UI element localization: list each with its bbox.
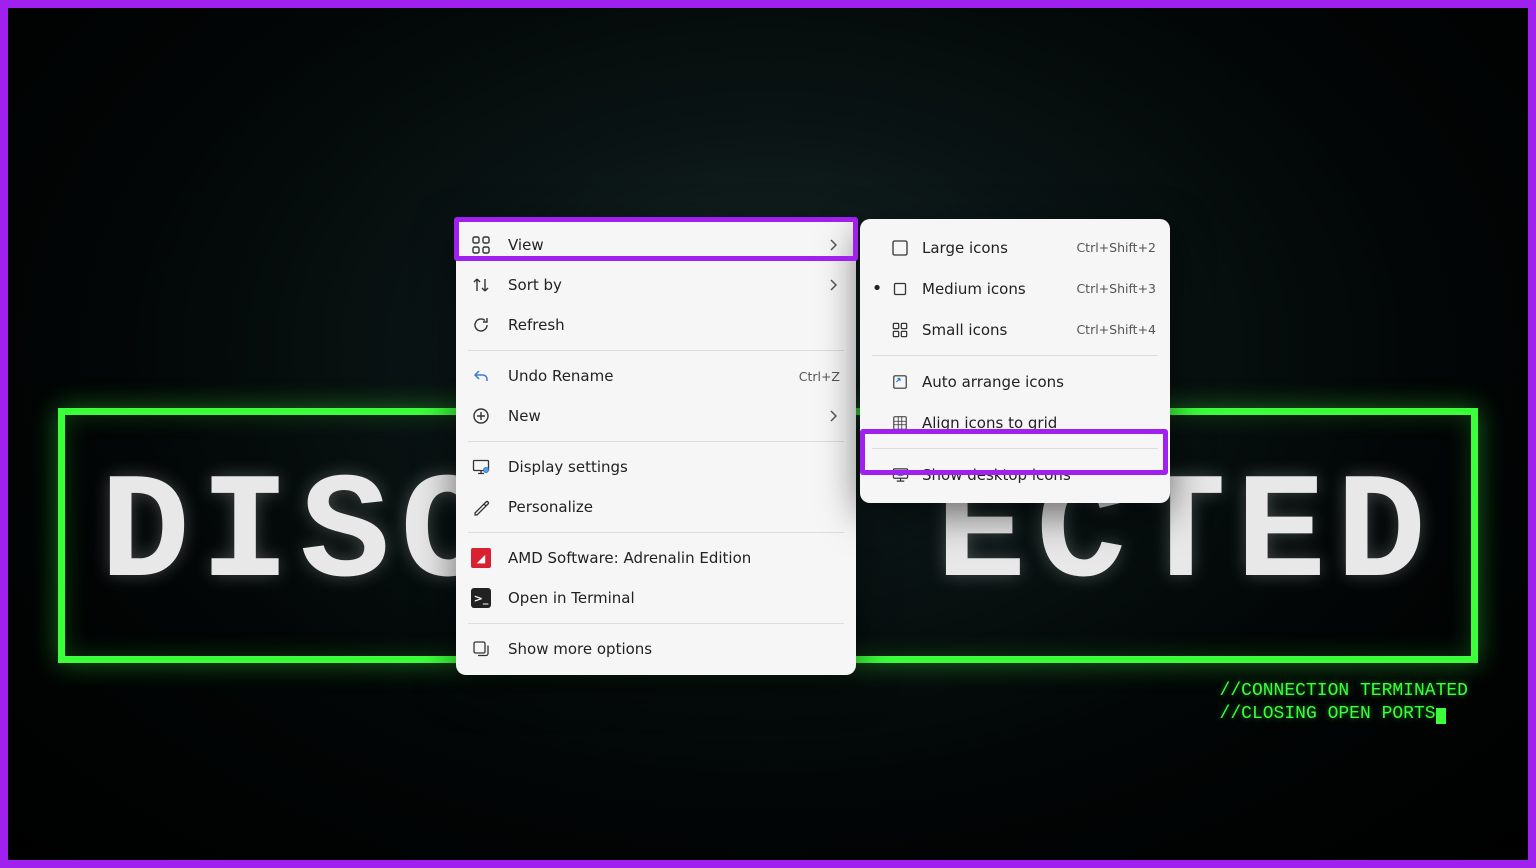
submenu-item-medium-icons[interactable]: • Medium icons Ctrl+Shift+3 bbox=[860, 268, 1170, 309]
menu-separator bbox=[872, 355, 1158, 356]
submenu-item-small-icons[interactable]: Small icons Ctrl+Shift+4 bbox=[860, 309, 1170, 350]
submenu-label: Auto arrange icons bbox=[922, 373, 1156, 391]
submenu-accelerator: Ctrl+Shift+2 bbox=[1076, 240, 1156, 255]
desktop-context-menu: View Sort by Refresh Undo Rename Ctrl+Z … bbox=[456, 219, 856, 675]
menu-item-sort-by[interactable]: Sort by bbox=[456, 265, 856, 305]
wallpaper-text-left: DISC bbox=[100, 451, 500, 621]
submenu-label: Show desktop icons bbox=[922, 466, 1156, 484]
menu-label: New bbox=[508, 407, 826, 425]
menu-label: Show more options bbox=[508, 640, 840, 658]
menu-label: Display settings bbox=[508, 458, 840, 476]
menu-item-show-more-options[interactable]: Show more options bbox=[456, 629, 856, 669]
menu-item-amd-software[interactable]: ◢ AMD Software: Adrenalin Edition bbox=[456, 538, 856, 578]
chevron-right-icon bbox=[826, 410, 840, 422]
view-submenu: Large icons Ctrl+Shift+2 • Medium icons … bbox=[860, 219, 1170, 503]
menu-item-new[interactable]: New bbox=[456, 396, 856, 436]
menu-label: Sort by bbox=[508, 276, 826, 294]
menu-item-view[interactable]: View bbox=[456, 225, 856, 265]
submenu-label: Large icons bbox=[922, 239, 1076, 257]
menu-accelerator: Ctrl+Z bbox=[799, 369, 840, 384]
grid-icon bbox=[470, 234, 492, 256]
menu-separator bbox=[468, 532, 844, 533]
wallpaper-status: //CONNECTION TERMINATED //CLOSING OPEN P… bbox=[1220, 680, 1468, 727]
auto-arrange-icon bbox=[890, 372, 910, 392]
menu-item-refresh[interactable]: Refresh bbox=[456, 305, 856, 345]
submenu-item-large-icons[interactable]: Large icons Ctrl+Shift+2 bbox=[860, 227, 1170, 268]
submenu-item-show-desktop-icons[interactable]: Show desktop icons bbox=[860, 454, 1170, 495]
menu-label: Undo Rename bbox=[508, 367, 789, 385]
sort-icon bbox=[470, 274, 492, 296]
status-line-1: //CONNECTION TERMINATED bbox=[1220, 680, 1468, 703]
menu-label: Open in Terminal bbox=[508, 589, 840, 607]
small-icons-icon bbox=[890, 320, 910, 340]
menu-separator bbox=[468, 441, 844, 442]
medium-icons-icon bbox=[890, 279, 910, 299]
menu-label: Refresh bbox=[508, 316, 840, 334]
chevron-right-icon bbox=[826, 239, 840, 251]
undo-icon bbox=[470, 365, 492, 387]
menu-separator bbox=[872, 448, 1158, 449]
submenu-item-auto-arrange[interactable]: Auto arrange icons bbox=[860, 361, 1170, 402]
radio-indicator-selected: • bbox=[870, 278, 884, 299]
menu-label: View bbox=[508, 236, 826, 254]
menu-item-display-settings[interactable]: Display settings bbox=[456, 447, 856, 487]
menu-label: Personalize bbox=[508, 498, 840, 516]
amd-icon: ◢ bbox=[470, 547, 492, 569]
align-grid-icon bbox=[890, 413, 910, 433]
submenu-label: Medium icons bbox=[922, 280, 1076, 298]
display-icon bbox=[470, 456, 492, 478]
show-desktop-icon bbox=[890, 465, 910, 485]
menu-item-undo-rename[interactable]: Undo Rename Ctrl+Z bbox=[456, 356, 856, 396]
submenu-label: Align icons to grid bbox=[922, 414, 1156, 432]
menu-label: AMD Software: Adrenalin Edition bbox=[508, 549, 840, 567]
submenu-accelerator: Ctrl+Shift+4 bbox=[1076, 322, 1156, 337]
status-line-2: //CLOSING OPEN PORTS bbox=[1220, 704, 1436, 724]
more-icon bbox=[470, 638, 492, 660]
submenu-accelerator: Ctrl+Shift+3 bbox=[1076, 281, 1156, 296]
large-icons-icon bbox=[890, 238, 910, 258]
menu-separator bbox=[468, 623, 844, 624]
menu-item-personalize[interactable]: Personalize bbox=[456, 487, 856, 527]
new-icon bbox=[470, 405, 492, 427]
refresh-icon bbox=[470, 314, 492, 336]
menu-item-open-terminal[interactable]: >_ Open in Terminal bbox=[456, 578, 856, 618]
chevron-right-icon bbox=[826, 279, 840, 291]
personalize-icon bbox=[470, 496, 492, 518]
menu-separator bbox=[468, 350, 844, 351]
terminal-icon: >_ bbox=[470, 587, 492, 609]
submenu-label: Small icons bbox=[922, 321, 1076, 339]
submenu-item-align-grid[interactable]: Align icons to grid bbox=[860, 402, 1170, 443]
blinking-cursor bbox=[1436, 708, 1446, 724]
